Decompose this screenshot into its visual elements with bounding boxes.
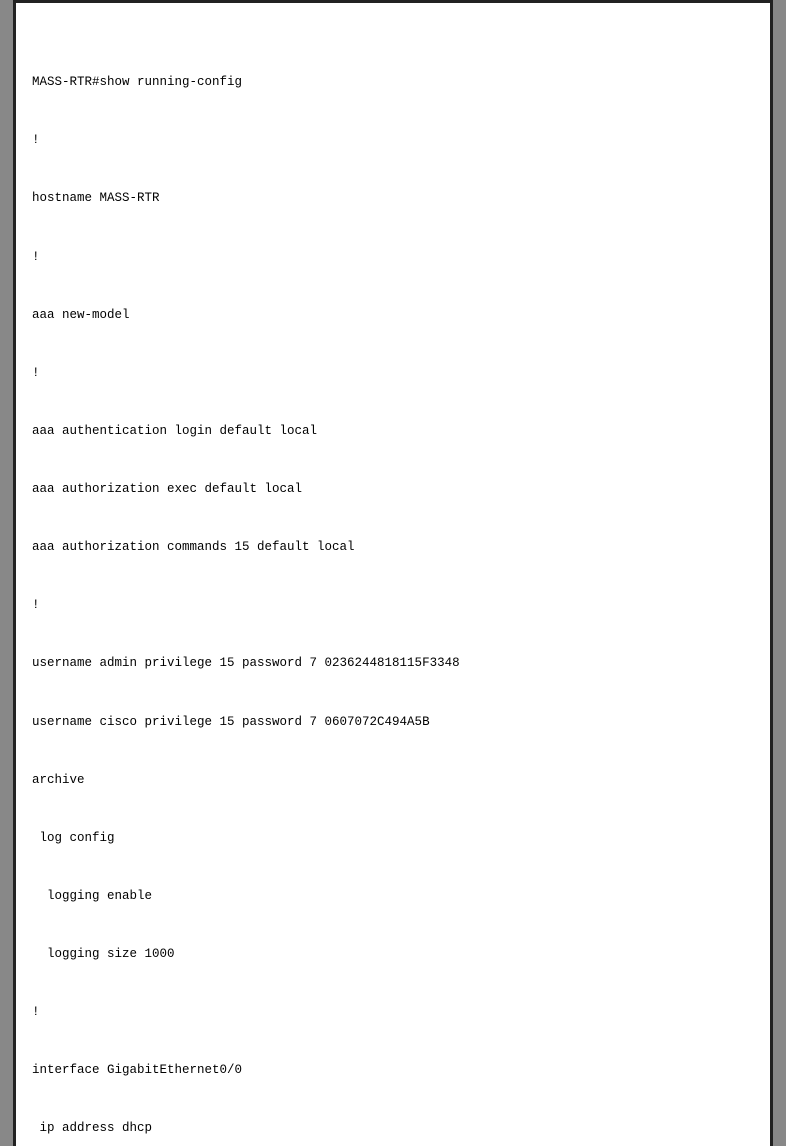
config-line-2: ! [32, 131, 754, 150]
config-line-10: ! [32, 596, 754, 615]
config-line-5: aaa new-model [32, 306, 754, 325]
config-line-11: username admin privilege 15 password 7 0… [32, 654, 754, 673]
config-line-8: aaa authorization exec default local [32, 480, 754, 499]
config-line-16: logging size 1000 [32, 945, 754, 964]
config-line-18: interface GigabitEthernet0/0 [32, 1061, 754, 1080]
config-line-1: MASS-RTR#show running-config [32, 73, 754, 92]
config-line-3: hostname MASS-RTR [32, 189, 754, 208]
config-line-19: ip address dhcp [32, 1119, 754, 1138]
terminal-window: MASS-RTR#show running-config ! hostname … [13, 0, 773, 1146]
config-line-13: archive [32, 771, 754, 790]
config-line-15: logging enable [32, 887, 754, 906]
config-line-12: username cisco privilege 15 password 7 0… [32, 713, 754, 732]
config-line-17: ! [32, 1003, 754, 1022]
config-line-9: aaa authorization commands 15 default lo… [32, 538, 754, 557]
config-line-14: log config [32, 829, 754, 848]
config-line-7: aaa authentication login default local [32, 422, 754, 441]
config-line-6: ! [32, 364, 754, 383]
config-line-4: ! [32, 248, 754, 267]
